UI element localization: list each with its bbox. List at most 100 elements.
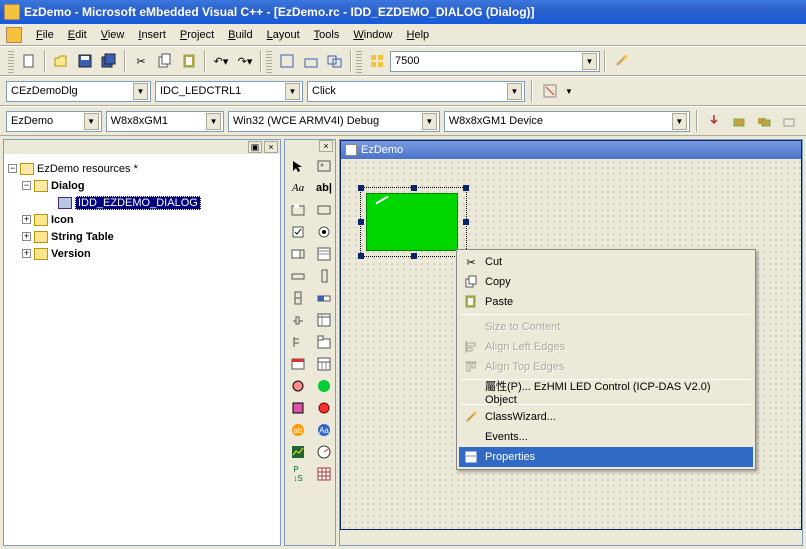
device-combo[interactable]: W8x8xGM1 Device▼ [444,111,690,132]
windows-button[interactable] [324,50,346,72]
new-button[interactable] [18,50,40,72]
cut-button[interactable]: ✂ [130,50,152,72]
monthcal-tool[interactable] [313,354,335,374]
tree-toggle[interactable]: − [8,164,17,173]
resource-tree[interactable]: −EzDemo resources * −Dialog IDD_EZDEMO_D… [4,154,280,268]
combobox-tool[interactable] [287,244,309,264]
hscroll-tool[interactable] [287,266,309,286]
toolbar-grip[interactable] [356,49,362,73]
sdk-combo[interactable]: W8x8xGM1▼ [106,111,224,132]
tree-toggle[interactable]: + [22,249,31,258]
ctx-paste[interactable]: Paste [459,292,753,312]
tree-dlg-id[interactable]: IDD_EZDEMO_DIALOG [75,196,201,210]
picture-tool[interactable] [313,156,335,176]
menu-edit[interactable]: Edit [62,27,93,43]
stop-build-button[interactable] [779,110,800,132]
gauge-tool[interactable] [313,442,335,462]
ctx-properties[interactable]: Properties [459,447,753,467]
config-combo[interactable]: Win32 (WCE ARMV4I) Debug▼ [228,111,440,132]
chart-tool[interactable] [287,442,309,462]
toolbar-grip[interactable] [266,49,272,73]
tile-button[interactable] [366,50,388,72]
close-icon[interactable]: × [319,140,333,152]
resize-handle[interactable] [358,219,364,225]
paste-button[interactable] [178,50,200,72]
wand-button[interactable] [610,50,632,72]
tree-icon-label: Icon [51,214,74,226]
build-button[interactable] [729,110,750,132]
led-tool[interactable] [313,376,335,396]
resize-handle[interactable] [463,185,469,191]
grid-tool[interactable] [313,464,335,484]
ctx-object-properties[interactable]: 屬性(P)... EzHMI LED Control (ICP-DAS V2.0… [459,382,753,402]
font-tool[interactable]: Aa [313,420,335,440]
menu-tools[interactable]: Tools [308,27,346,43]
rebuild-button[interactable] [754,110,775,132]
menu-insert[interactable]: Insert [132,27,172,43]
tree-toggle[interactable]: + [22,215,31,224]
custom3-tool[interactable] [313,398,335,418]
vscroll-tool[interactable] [313,266,335,286]
redo-button[interactable]: ↷▾ [234,50,256,72]
static-text-tool[interactable]: Aa [287,178,309,198]
menu-view[interactable]: View [95,27,131,43]
window-title: EzDemo - Microsoft eMbedded Visual C++ -… [24,5,535,19]
tree-toggle[interactable]: − [22,181,31,190]
close-icon[interactable]: × [264,141,278,153]
ctx-cut[interactable]: ✂Cut [459,252,753,272]
workspace-button[interactable] [276,50,298,72]
download-button[interactable] [704,110,725,132]
label-tool[interactable]: ab [287,420,309,440]
menu-build[interactable]: Build [222,27,258,43]
find-combo[interactable]: 7500▼ [390,51,600,72]
toolbar-grip[interactable] [8,49,14,73]
listbox-tool[interactable] [313,244,335,264]
resize-handle[interactable] [411,253,417,259]
tree-toggle[interactable]: + [22,232,31,241]
radio-tool[interactable] [313,222,335,242]
ctx-copy[interactable]: Copy [459,272,753,292]
action-button[interactable] [539,80,561,102]
resize-handle[interactable] [463,219,469,225]
datetime-tool[interactable] [287,354,309,374]
copy-button[interactable] [154,50,176,72]
menu-help[interactable]: Help [401,27,436,43]
resize-handle[interactable] [358,253,364,259]
open-button[interactable] [50,50,72,72]
progress-tool[interactable] [313,288,335,308]
slider-tool[interactable] [287,310,309,330]
resize-handle[interactable] [411,185,417,191]
project-combo[interactable]: EzDemo▼ [6,111,102,132]
groupbox-tool[interactable] [287,200,309,220]
ctx-classwizard[interactable]: ClassWizard... [459,407,753,427]
ctx-events[interactable]: Events... [459,427,753,447]
resize-handle[interactable] [358,185,364,191]
dialog-client[interactable]: ✂Cut Copy Paste Size to Content Align Le… [341,159,801,529]
edit-tool[interactable]: ab| [313,178,335,198]
dialog-designer[interactable]: EzDemo ✂Cut Copy Paste Size to Content A… [339,139,803,546]
saveall-button[interactable] [98,50,120,72]
menu-file[interactable]: File [30,27,60,43]
pointer-tool[interactable] [287,156,309,176]
output-button[interactable] [300,50,322,72]
event-combo[interactable]: Click▼ [307,81,525,102]
listctrl-tool[interactable] [313,310,335,330]
treectrl-tool[interactable] [287,332,309,352]
control-combo[interactable]: IDC_LEDCTRL1▼ [155,81,303,102]
chevron-down-icon[interactable]: ▼ [582,53,597,70]
spin-tool[interactable] [287,288,309,308]
class-combo[interactable]: CEzDemoDlg▼ [6,81,151,102]
custom-tool[interactable] [287,376,309,396]
pos-tool[interactable]: P↕S [287,464,309,484]
svg-text:ab: ab [294,426,303,435]
dock-icon[interactable]: ▣ [248,141,262,153]
menu-window[interactable]: Window [347,27,398,43]
custom2-tool[interactable] [287,398,309,418]
menu-layout[interactable]: Layout [261,27,306,43]
undo-button[interactable]: ↶▾ [210,50,232,72]
checkbox-tool[interactable] [287,222,309,242]
tabctrl-tool[interactable] [313,332,335,352]
save-button[interactable] [74,50,96,72]
button-tool[interactable] [313,200,335,220]
menu-project[interactable]: Project [174,27,220,43]
